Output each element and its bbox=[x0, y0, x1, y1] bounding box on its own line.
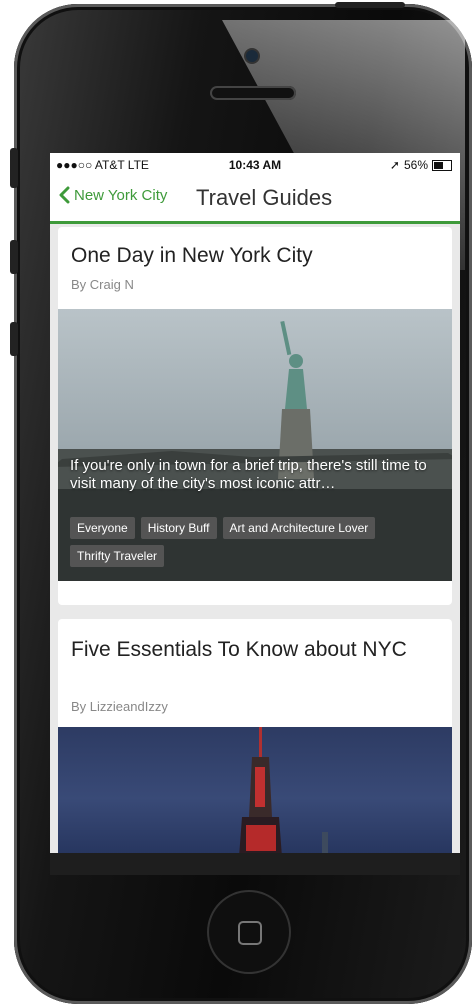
tag-list: Everyone History Buff Art and Architectu… bbox=[70, 517, 450, 567]
tag[interactable]: Art and Architecture Lover bbox=[222, 517, 376, 539]
guide-author: By Craig N bbox=[71, 277, 134, 292]
status-right: ➚ 56% bbox=[390, 158, 452, 172]
guide-card[interactable]: One Day in New York City By Craig N If y… bbox=[58, 227, 452, 605]
guide-title[interactable]: One Day in New York City bbox=[71, 243, 313, 269]
guide-author: By LizzieandIzzy bbox=[71, 699, 168, 714]
tag[interactable]: Thrifty Traveler bbox=[70, 545, 165, 567]
power-button bbox=[335, 2, 405, 8]
location-arrow-icon: ➚ bbox=[389, 158, 400, 172]
battery-percent: 56% bbox=[403, 158, 428, 172]
volume-down-button bbox=[10, 322, 18, 356]
nav-bar: New York City Travel Guides bbox=[50, 177, 460, 224]
front-camera bbox=[246, 50, 258, 62]
earpiece-speaker bbox=[210, 86, 296, 100]
guide-hero-image[interactable]: If you're only in town for a brief trip,… bbox=[58, 309, 452, 581]
back-label: New York City bbox=[74, 186, 168, 204]
home-button[interactable] bbox=[207, 890, 291, 974]
screen: ●●●○○ AT&T LTE 10:43 AM ➚ 56% New York C… bbox=[50, 153, 460, 853]
status-bar: ●●●○○ AT&T LTE 10:43 AM ➚ 56% bbox=[50, 153, 460, 177]
guide-hero-image[interactable] bbox=[58, 727, 452, 853]
tag[interactable]: History Buff bbox=[140, 517, 217, 539]
chevron-left-icon bbox=[59, 186, 70, 204]
volume-up-button bbox=[10, 240, 18, 274]
mute-switch bbox=[10, 148, 18, 188]
guide-description: If you're only in town for a brief trip,… bbox=[70, 457, 427, 492]
screen-bottom-bezel bbox=[50, 853, 460, 875]
page-title: Travel Guides bbox=[196, 185, 333, 210]
guide-card[interactable]: Five Essentials To Know about NYC By Liz… bbox=[58, 619, 452, 853]
back-button[interactable]: New York City bbox=[58, 186, 167, 204]
battery-icon bbox=[432, 159, 452, 171]
empire-state-building-image bbox=[239, 727, 328, 853]
guide-title[interactable]: Five Essentials To Know about NYC bbox=[71, 637, 431, 663]
tag[interactable]: Everyone bbox=[70, 517, 135, 539]
home-square-icon bbox=[238, 921, 262, 945]
